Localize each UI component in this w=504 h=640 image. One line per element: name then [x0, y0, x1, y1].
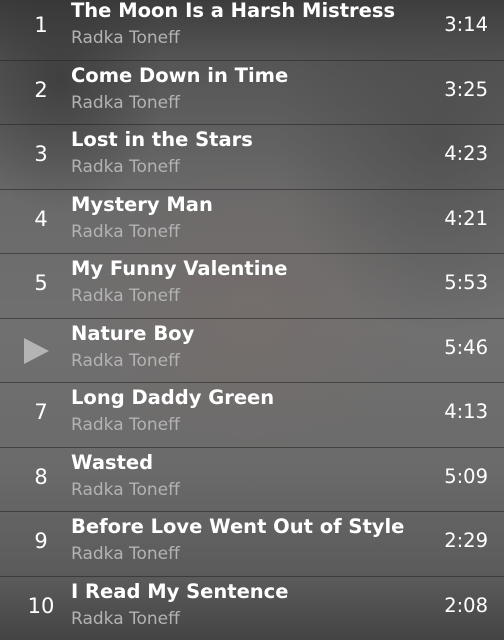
track-number: 10	[27, 593, 55, 618]
track-duration: 3:25	[444, 77, 488, 101]
track-number: 2	[34, 77, 48, 102]
track-row[interactable]: 3 Lost in the Stars Radka Toneff 4:23	[0, 125, 504, 190]
album-track-list-screen: 1 The Moon Is a Harsh Mistress Radka Ton…	[0, 0, 504, 640]
track-duration: 2:29	[444, 529, 488, 552]
track-title: Before Love Went Out of Style	[71, 515, 405, 538]
track-duration: 5:09	[444, 464, 488, 488]
track-duration: 4:21	[444, 206, 488, 230]
track-title: Nature Boy	[71, 321, 195, 345]
track-artist: Radka Toneff	[71, 28, 180, 48]
track-row[interactable]: 9 Before Love Went Out of Style Radka To…	[0, 512, 504, 577]
track-number: 7	[34, 400, 48, 424]
track-row[interactable]: 10 I Read My Sentence Radka Toneff 2:08	[0, 577, 504, 640]
track-duration: 4:23	[444, 142, 488, 165]
track-artist: Radka Toneff	[71, 350, 180, 371]
track-row[interactable]: 5 My Funny Valentine Radka Toneff 5:53	[0, 254, 504, 319]
track-number: 8	[34, 464, 48, 489]
track-duration: 4:13	[444, 400, 488, 423]
track-artist: Radka Toneff	[71, 608, 180, 629]
track-duration: 5:53	[444, 271, 488, 294]
track-duration: 3:14	[444, 13, 488, 36]
track-number: 5	[34, 271, 48, 295]
track-list: 1 The Moon Is a Harsh Mistress Radka Ton…	[0, 0, 504, 640]
track-artist: Radka Toneff	[71, 544, 180, 564]
track-artist: Radka Toneff	[71, 157, 180, 177]
track-number: 1	[34, 13, 48, 37]
track-row[interactable]: 8 Wasted Radka Toneff 5:09	[0, 448, 504, 512]
track-row[interactable]: 4 Mystery Man Radka Toneff 4:21	[0, 190, 504, 254]
track-row[interactable]: 7 Long Daddy Green Radka Toneff 4:13	[0, 383, 504, 448]
play-triangle-icon	[24, 337, 49, 364]
track-duration: 2:08	[444, 593, 488, 617]
track-title: Come Down in Time	[71, 63, 289, 87]
track-number: 9	[34, 529, 48, 553]
track-artist: Radka Toneff	[71, 415, 180, 435]
track-title: I Read My Sentence	[71, 579, 289, 603]
track-title: Mystery Man	[71, 192, 213, 216]
track-title: Long Daddy Green	[71, 386, 275, 409]
track-title: The Moon Is a Harsh Mistress	[71, 0, 396, 22]
track-duration: 5:46	[444, 335, 488, 359]
track-row[interactable]: 1 The Moon Is a Harsh Mistress Radka Ton…	[0, 0, 504, 61]
track-row-now-playing[interactable]: Nature Boy Radka Toneff 5:46	[0, 319, 504, 383]
track-artist: Radka Toneff	[71, 92, 180, 113]
track-number: 4	[34, 206, 48, 231]
track-title: Wasted	[71, 450, 154, 474]
track-title: My Funny Valentine	[71, 257, 288, 280]
track-title: Lost in the Stars	[71, 128, 253, 151]
track-artist: Radka Toneff	[71, 221, 180, 242]
track-number: 3	[34, 142, 48, 166]
track-artist: Radka Toneff	[71, 479, 180, 500]
track-artist: Radka Toneff	[71, 286, 180, 306]
track-row[interactable]: 2 Come Down in Time Radka Toneff 3:25	[0, 61, 504, 125]
